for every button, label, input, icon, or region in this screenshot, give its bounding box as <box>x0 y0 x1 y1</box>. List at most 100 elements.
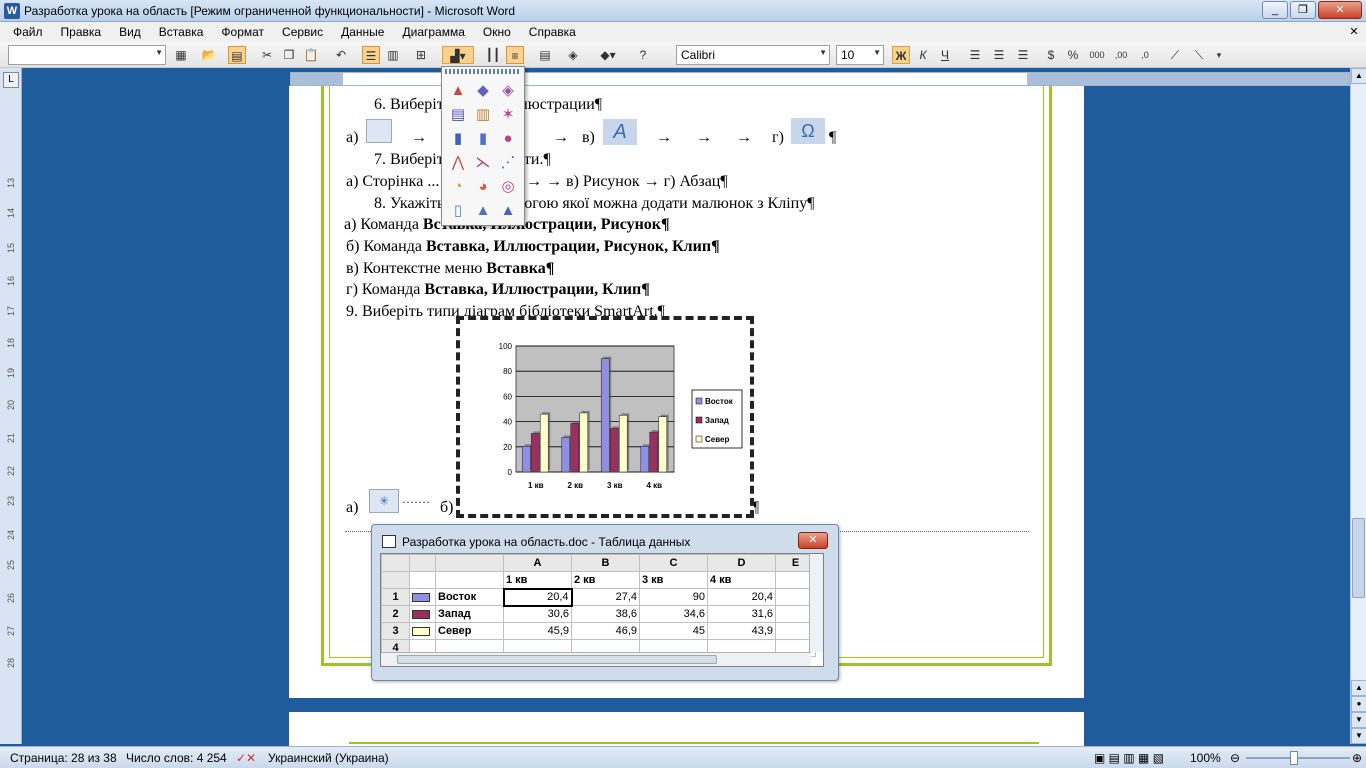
q6-option-a[interactable]: а) <box>346 129 358 147</box>
menu-view[interactable]: Вид <box>110 25 150 39</box>
fill-color-icon[interactable]: ◆▾ <box>594 46 622 64</box>
copy-icon[interactable]: ❐ <box>280 46 298 64</box>
zoom-in-icon[interactable]: ⊕ <box>1352 751 1362 765</box>
bubble-chart-icon[interactable]: ● <box>498 129 518 149</box>
area-chart-icon[interactable]: ▲ <box>448 81 468 101</box>
view-mode-icons[interactable]: ▣ ▤ ▥ ▦ ▧ <box>1094 751 1164 765</box>
percent-icon[interactable]: % <box>1064 46 1082 64</box>
chart-type-dropdown[interactable]: ▟▾ <box>442 46 474 64</box>
minimize-button[interactable]: _ <box>1262 1 1288 19</box>
decrease-decimal-icon[interactable]: ,0 <box>1136 46 1154 64</box>
datasheet-vscrollbar[interactable] <box>809 554 823 652</box>
3d-surface-icon[interactable]: ◈ <box>498 81 518 101</box>
cut-icon[interactable]: ✂ <box>258 46 276 64</box>
data-table-icon[interactable]: ⊞ <box>412 46 430 64</box>
palette-grip[interactable] <box>445 69 521 74</box>
underline-icon[interactable]: Ч <box>936 46 954 64</box>
row-header-3[interactable]: 3 <box>381 622 410 640</box>
data-cell[interactable]: 27,4 <box>571 588 640 606</box>
chart-objects-combo[interactable]: ▼ <box>8 45 166 65</box>
3d-column-icon[interactable]: ▮ <box>473 129 493 149</box>
embedded-chart[interactable]: 0 20 40 60 80 100 1 кв 2 кв 3 кв 4 кв Восток Запад С… <box>456 316 754 518</box>
menu-window[interactable]: Окно <box>474 25 520 39</box>
help-icon[interactable]: ? <box>634 46 652 64</box>
cone-chart-icon[interactable]: ▲ <box>473 201 493 221</box>
toolbar-options-icon[interactable]: ▾ <box>1210 46 1228 64</box>
column-chart-icon[interactable]: ▮ <box>448 129 468 149</box>
series-name-cell[interactable]: Север <box>435 622 504 640</box>
datasheet-hscrollbar[interactable] <box>381 652 811 666</box>
category-cell[interactable]: 4 кв <box>707 571 776 589</box>
zoom-level[interactable]: 100% <box>1190 751 1221 765</box>
close-document-icon[interactable]: ✕ <box>1342 22 1366 42</box>
row-header-blank[interactable] <box>381 571 410 589</box>
italic-icon[interactable]: К <box>914 46 932 64</box>
menu-data[interactable]: Данные <box>332 25 393 39</box>
pie-chart-icon[interactable]: ◔ <box>448 177 468 197</box>
word-app-icon[interactable]: W <box>4 3 20 19</box>
radar-chart-icon[interactable]: ✶ <box>498 105 518 125</box>
column-header-b[interactable]: B <box>571 554 640 572</box>
data-cell[interactable]: 90 <box>639 588 708 606</box>
menu-format[interactable]: Формат <box>212 25 273 39</box>
zoom-slider-thumb[interactable] <box>1290 751 1298 765</box>
pyramid-chart-icon[interactable]: ▲ <box>498 201 518 221</box>
legend-icon[interactable]: ▤ <box>536 46 554 64</box>
scroll-up-icon[interactable]: ▲ <box>1351 68 1366 84</box>
data-cell[interactable]: 31,6 <box>707 605 776 623</box>
menu-file[interactable]: Файл <box>4 25 52 39</box>
q8-option-g[interactable]: г) Команда Вставка, Иллюстрации, Клип¶ <box>346 281 650 299</box>
q6-option-v[interactable]: в) <box>582 129 595 147</box>
angle-down-icon[interactable]: ⟋ <box>1166 46 1184 64</box>
data-cell-selected[interactable]: 20,4 <box>502 587 573 607</box>
undo-icon[interactable]: ↶ <box>332 46 350 64</box>
category-axis-gridlines-icon[interactable]: ┃┃ <box>484 46 502 64</box>
menu-chart[interactable]: Диаграмма <box>393 25 473 39</box>
3d-line-icon[interactable]: ⋋ <box>473 153 493 173</box>
language-indicator[interactable]: Украинский (Украина) <box>268 751 389 765</box>
column-header-c[interactable]: C <box>639 554 708 572</box>
drawing-icon[interactable]: ◈ <box>564 46 582 64</box>
spelling-check-icon[interactable]: ✓✕ <box>236 751 256 765</box>
vertical-scrollbar[interactable]: ▲ ▲ ● ▼ ▼ <box>1350 68 1366 744</box>
row-header-2[interactable]: 2 <box>381 605 410 623</box>
data-cell[interactable]: 34,6 <box>639 605 708 623</box>
scroll-thumb[interactable] <box>1352 518 1365 598</box>
corner-cell[interactable] <box>381 554 410 572</box>
increase-decimal-icon[interactable]: ,00 <box>1112 46 1130 64</box>
category-cell[interactable]: 3 кв <box>639 571 708 589</box>
line-chart-icon[interactable]: ⋀ <box>448 153 468 173</box>
q9-option-b[interactable]: б) <box>440 499 453 517</box>
bold-icon[interactable]: Ж <box>892 46 910 64</box>
data-cell[interactable]: 38,6 <box>571 605 640 623</box>
menu-tools[interactable]: Сервис <box>273 25 332 39</box>
menu-insert[interactable]: Вставка <box>150 25 213 39</box>
data-cell[interactable]: 46,9 <box>571 622 640 640</box>
align-center-icon[interactable]: ☰ <box>990 46 1008 64</box>
data-cell[interactable]: 30,6 <box>503 605 572 623</box>
close-button[interactable]: ✕ <box>1318 1 1362 19</box>
bar-chart-icon[interactable]: ▤ <box>448 105 468 125</box>
doughnut-chart-icon[interactable]: ◎ <box>498 177 518 197</box>
category-cell[interactable]: 1 кв <box>503 571 572 589</box>
series-name-cell[interactable]: Восток <box>435 588 504 606</box>
format-object-icon[interactable]: ▦ <box>172 46 190 64</box>
data-cell[interactable]: 45 <box>639 622 708 640</box>
angle-up-icon[interactable]: ⟍ <box>1190 46 1208 64</box>
datasheet-close-button[interactable]: ✕ <box>798 532 828 549</box>
word-count[interactable]: Число слов: 4 254 <box>126 751 227 765</box>
3d-bar-icon[interactable]: ▥ <box>473 105 493 125</box>
zoom-slider[interactable] <box>1246 757 1350 759</box>
cylinder-chart-icon[interactable]: ▯ <box>448 201 468 221</box>
cell[interactable] <box>435 571 504 589</box>
select-browse-object-icon[interactable]: ● <box>1351 696 1366 712</box>
currency-icon[interactable]: $ <box>1042 46 1060 64</box>
zoom-out-icon[interactable]: ⊖ <box>1230 751 1240 765</box>
3d-area-icon[interactable]: ◆ <box>473 81 493 101</box>
q8-option-v[interactable]: в) Контекстне меню Вставка¶ <box>346 260 554 278</box>
row-header-1[interactable]: 1 <box>381 588 410 606</box>
align-right-icon[interactable]: ☰ <box>1014 46 1032 64</box>
view-datasheet-icon[interactable]: ▤ <box>228 46 246 64</box>
data-cell[interactable]: 45,9 <box>503 622 572 640</box>
column-header-d[interactable]: D <box>707 554 776 572</box>
